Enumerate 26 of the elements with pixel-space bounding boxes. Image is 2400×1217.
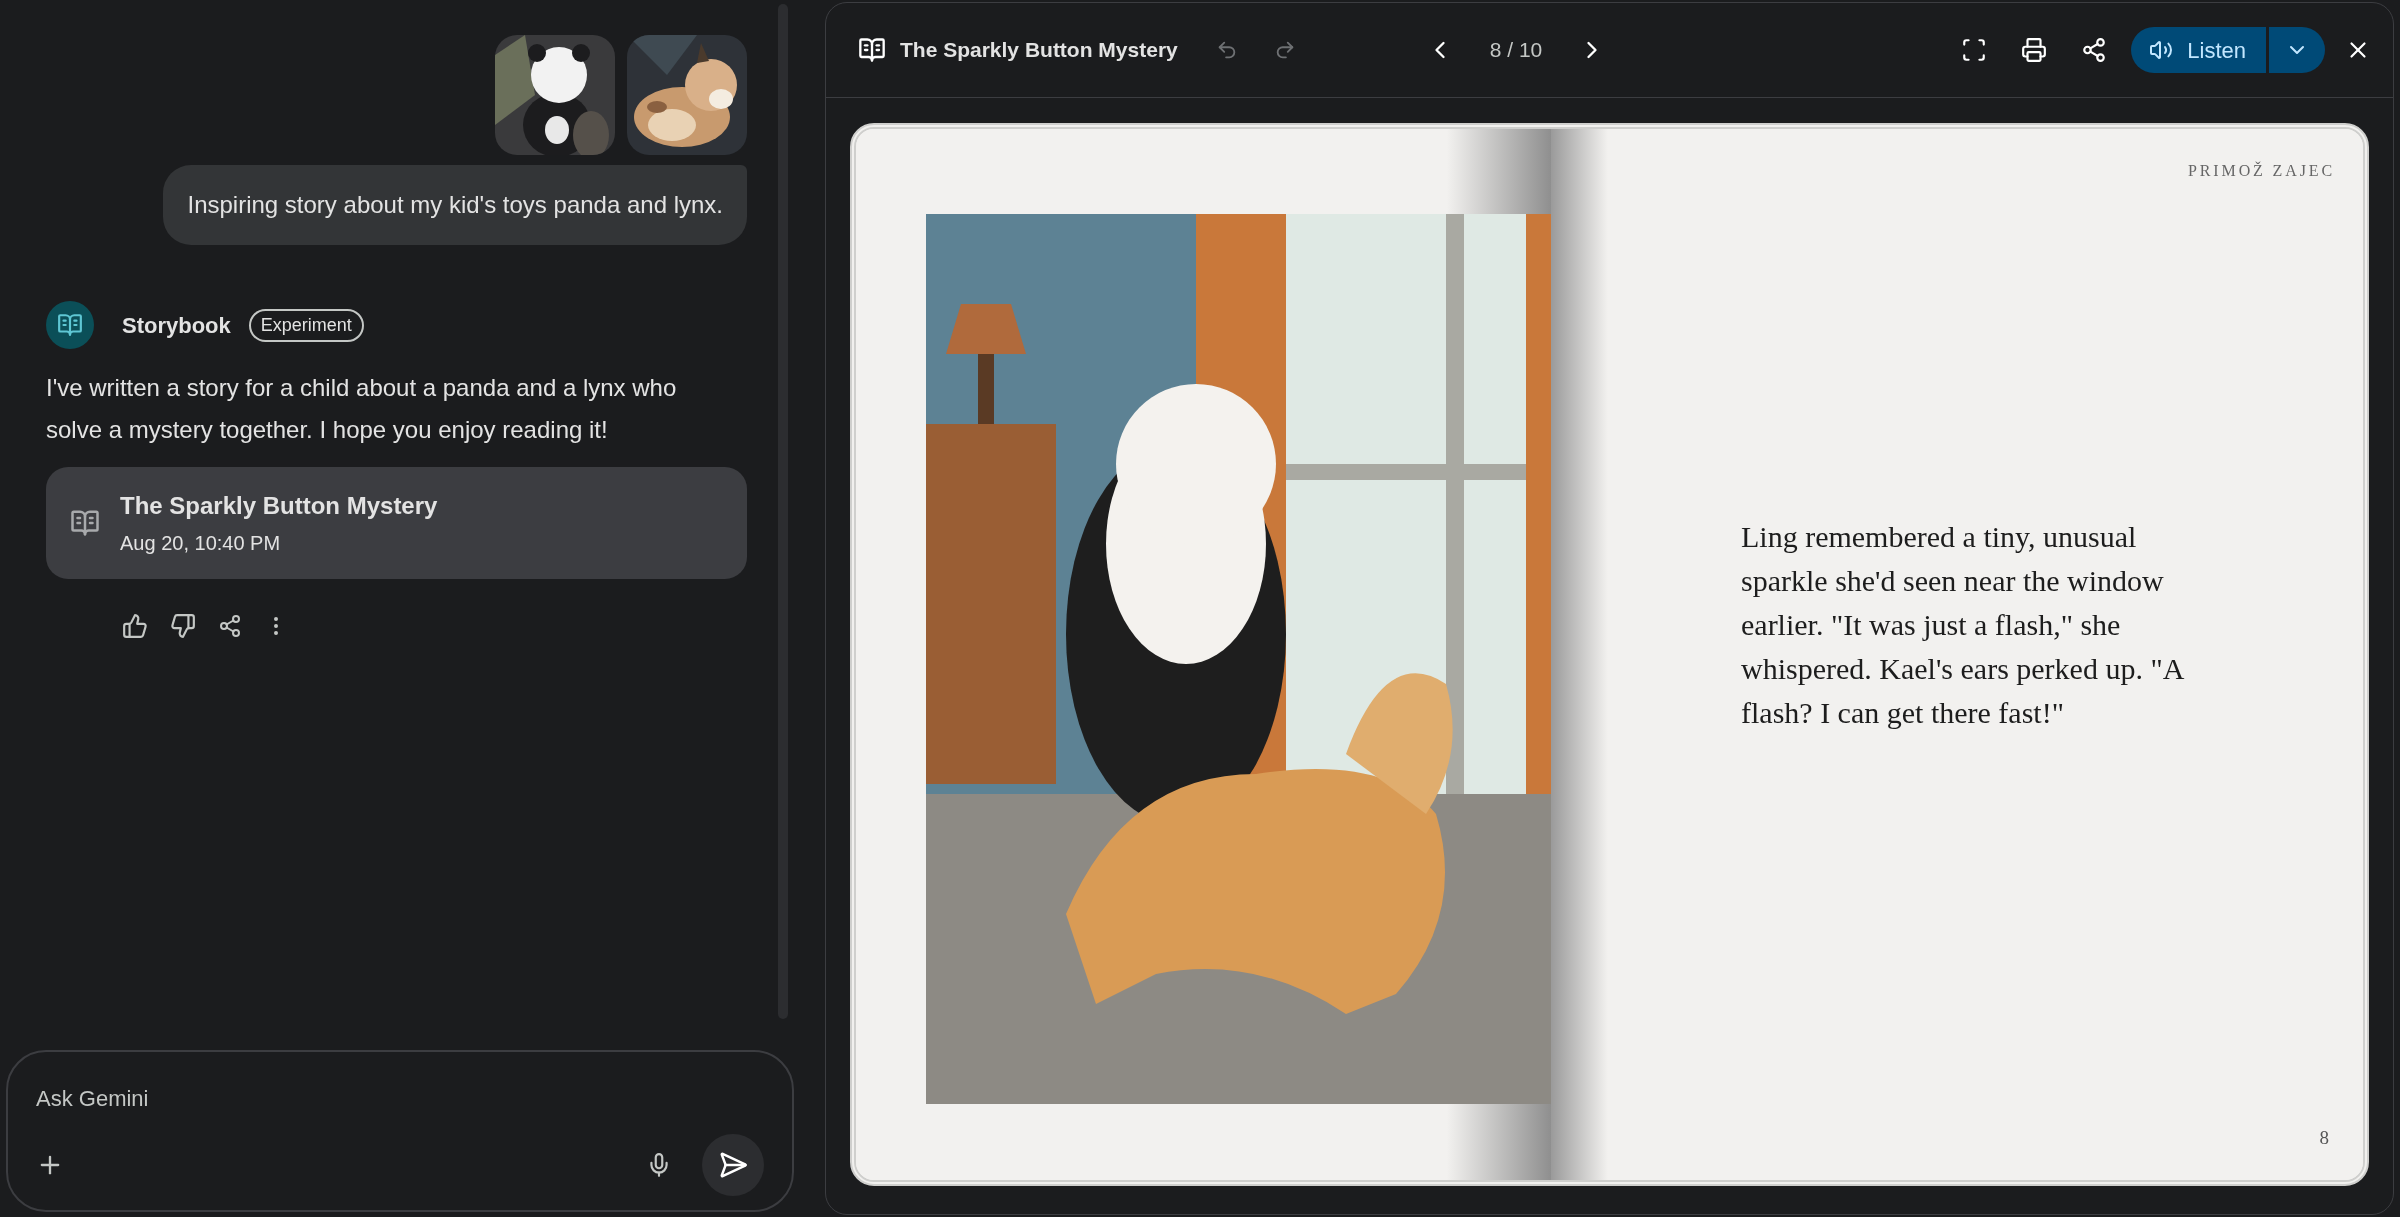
page-indicator: 8 / 10 [1489, 37, 1543, 64]
story-date: Aug 20, 10:40 PM [120, 531, 282, 556]
prompt-box[interactable]: Ask Gemini [6, 1050, 794, 1212]
speaker-icon [2149, 38, 2174, 62]
thumbs-up-icon[interactable] [122, 613, 148, 639]
thumbs-down-icon[interactable] [170, 613, 196, 639]
send-icon [718, 1150, 748, 1180]
page-text: Ling remembered a tiny, unusual sparkle she'd seen near the window earlier. "It was just a flash," she whispered. Kael's ears perked up. "A flash? I can get there fast!" [1741, 518, 2185, 731]
viewer-title: The Sparkly Button Mystery [900, 37, 1178, 64]
story-title: The Sparkly Button Mystery [120, 491, 438, 521]
agent-name: Storybook [122, 311, 231, 340]
book-icon [858, 36, 886, 64]
book-icon [70, 508, 100, 538]
prompt-input[interactable]: Ask Gemini [36, 1082, 764, 1115]
print-icon[interactable] [2021, 37, 2048, 63]
response-text: I've written a story for a child about a panda and a lynx who solve a mystery together. I hope you enjoy reading it! [46, 373, 678, 445]
user-message: Inspiring story about my kid's toys panda and lynx. [163, 165, 747, 245]
fullscreen-icon[interactable] [1961, 37, 1988, 63]
share-icon[interactable] [2081, 37, 2108, 63]
author-name: PRIMOŽ ZAJEC [2188, 160, 2335, 181]
listen-button[interactable]: Listen [2131, 27, 2266, 73]
book-icon [57, 312, 83, 338]
experiment-badge: Experiment [248, 308, 364, 342]
story-card[interactable]: The Sparkly Button Mystery Aug 20, 10:40 PM [46, 467, 747, 579]
page-number: 8 [2319, 1125, 2329, 1150]
share-icon[interactable] [218, 614, 242, 638]
